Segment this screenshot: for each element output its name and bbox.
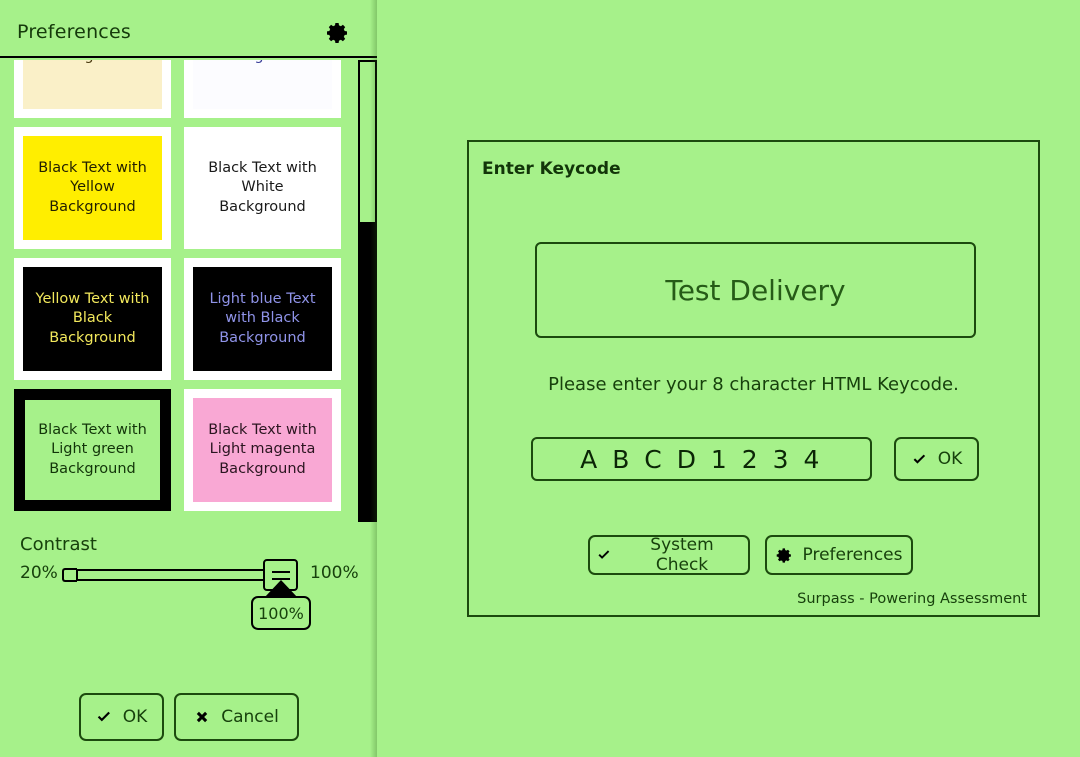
color-scheme-grid: Background Background Black Text with Yell… xyxy=(14,60,348,511)
swatch-scroll-region: Background Background Black Text with Yell… xyxy=(0,60,352,522)
color-scheme-swatch[interactable]: Light blue Text with Black Background xyxy=(184,258,341,380)
preferences-footer: OK Cancel xyxy=(0,693,377,741)
color-scheme-swatch[interactable]: Black Text with Light green Background xyxy=(14,389,171,511)
color-scheme-swatch[interactable]: Black Text with Light magenta Background xyxy=(184,389,341,511)
gear-icon[interactable] xyxy=(326,21,350,45)
preferences-header: Preferences xyxy=(0,0,377,58)
dialog-actions-row: System Check Preferences xyxy=(588,535,913,575)
preferences-ok-button[interactable]: OK xyxy=(78,693,164,741)
system-check-button[interactable]: System Check xyxy=(588,535,750,575)
color-scheme-swatch-label: Black Text with Light magenta Background xyxy=(193,398,332,502)
keycode-instruction: Please enter your 8 character HTML Keyco… xyxy=(548,374,959,395)
check-icon xyxy=(596,547,612,563)
slider-track[interactable] xyxy=(76,569,279,581)
check-icon xyxy=(95,708,113,726)
color-scheme-swatch[interactable]: Black Text with White Background xyxy=(184,127,341,249)
color-scheme-swatch[interactable]: Black Text with Yellow Background xyxy=(14,127,171,249)
preferences-cancel-label: Cancel xyxy=(221,707,279,727)
gear-icon xyxy=(776,547,793,564)
dialog-heading: Enter Keycode xyxy=(482,159,621,179)
color-scheme-swatch-label: Yellow Text with Black Background xyxy=(23,267,162,371)
color-scheme-swatch-label: Background xyxy=(23,60,162,109)
keycode-ok-label: OK xyxy=(937,449,963,469)
cross-icon xyxy=(193,708,211,726)
test-delivery-label: Test Delivery xyxy=(665,273,846,307)
dialog-preferences-button[interactable]: Preferences xyxy=(765,535,913,575)
page-title: Preferences xyxy=(17,21,131,43)
color-scheme-swatch-label: Black Text with Light green Background xyxy=(25,400,160,500)
test-delivery-box: Test Delivery xyxy=(535,242,976,338)
preferences-panel: Preferences Background Background Black Te… xyxy=(0,0,377,757)
keycode-input[interactable] xyxy=(531,437,872,481)
contrast-min-label: 20% xyxy=(20,563,58,583)
color-scheme-swatch-label: Black Text with Yellow Background xyxy=(23,136,162,240)
keycode-dialog: Enter Keycode Test Delivery Please enter… xyxy=(467,140,1040,617)
color-scheme-swatch[interactable]: Yellow Text with Black Background xyxy=(14,258,171,380)
slider-grip-line xyxy=(271,570,290,573)
scrollbar-thumb[interactable] xyxy=(360,222,375,520)
preferences-cancel-button[interactable]: Cancel xyxy=(173,693,299,741)
dialog-preferences-label: Preferences xyxy=(802,545,903,565)
slider-value-tooltip: 100% xyxy=(251,596,311,630)
system-check-label: System Check xyxy=(650,535,714,575)
keycode-entry-row: OK xyxy=(531,437,979,481)
color-scheme-swatch-label: Black Text with White Background xyxy=(193,136,332,240)
slider-left-cap xyxy=(62,568,77,582)
contrast-max-label: 100% xyxy=(310,563,359,583)
color-scheme-swatch[interactable]: Background xyxy=(14,60,171,118)
color-scheme-swatch-label: Light blue Text with Black Background xyxy=(193,267,332,371)
contrast-label: Contrast xyxy=(20,534,97,555)
dialog-footer-note: Surpass - Powering Assessment xyxy=(797,591,1027,607)
keycode-ok-button[interactable]: OK xyxy=(894,437,979,481)
check-icon xyxy=(911,451,928,468)
preferences-ok-label: OK xyxy=(122,707,148,727)
color-scheme-swatch-label: Background xyxy=(193,60,332,109)
vertical-scrollbar[interactable] xyxy=(358,60,377,522)
color-scheme-swatch[interactable]: Background xyxy=(184,60,341,118)
